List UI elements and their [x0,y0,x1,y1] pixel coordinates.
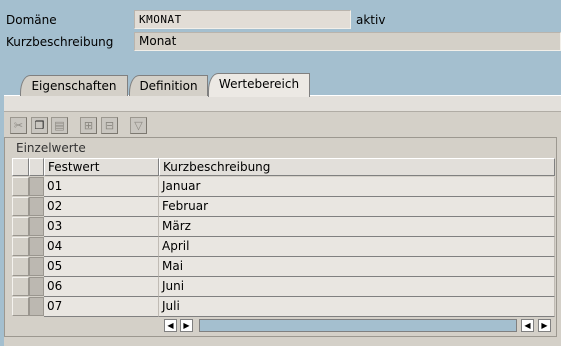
festwert-cell[interactable]: 06 [44,277,159,297]
row-marker [29,277,44,296]
row-marker [29,297,44,316]
domain-status: aktiv [356,13,386,27]
copy-icon[interactable]: ❐ [31,117,48,134]
tab-wertebereich[interactable]: Wertebereich [208,73,310,97]
row-marker [29,197,44,216]
description-field[interactable]: Monat [134,32,561,51]
scroll-left-end-icon[interactable]: ◀ [521,319,534,332]
kurzbeschreibung-cell[interactable]: Juni [159,277,555,297]
row-selector[interactable] [12,257,29,276]
delete-row-icon[interactable]: ⊟ [101,117,118,134]
scroll-left-icon[interactable]: ◀ [164,319,177,332]
column-header-festwert[interactable]: Festwert [44,158,159,176]
kurzbeschreibung-cell[interactable]: Januar [159,177,555,197]
kurzbeschreibung-cell[interactable]: April [159,237,555,257]
scroll-right-icon[interactable]: ▶ [180,319,193,332]
kurzbeschreibung-cell[interactable]: Mai [159,257,555,277]
row-selector[interactable] [12,277,29,296]
row-selector[interactable] [12,177,29,196]
desc-label: Kurzbeschreibung [6,35,114,49]
row-marker [29,257,44,276]
paste-icon[interactable]: ▤ [51,117,68,134]
select-all-cell[interactable] [12,158,29,176]
grid-title: Einzelwerte [16,141,86,155]
column-header-kurzbeschreibung[interactable]: Kurzbeschreibung [159,158,555,176]
festwert-cell[interactable]: 02 [44,197,159,217]
domain-label: Domäne [6,13,57,27]
row-selector[interactable] [12,297,29,316]
scroll-right-end-icon[interactable]: ▶ [538,319,551,332]
insert-row-icon[interactable]: ⊞ [80,117,97,134]
festwert-cell[interactable]: 04 [44,237,159,257]
scissors-icon[interactable]: ✂ [10,117,27,134]
festwert-cell[interactable]: 07 [44,297,159,317]
kurzbeschreibung-cell[interactable]: Juli [159,297,555,317]
kurzbeschreibung-cell[interactable]: März [159,217,555,237]
festwert-cell[interactable]: 03 [44,217,159,237]
row-selector[interactable] [12,217,29,236]
row-marker [29,237,44,256]
header-spacer [29,158,44,176]
festwert-cell[interactable]: 01 [44,177,159,197]
tab-eigenschaften[interactable]: Eigenschaften [20,75,128,96]
festwert-cell[interactable]: 05 [44,257,159,277]
horizontal-scrollbar[interactable] [199,319,517,332]
domain-field[interactable]: KMONAT [134,10,351,29]
kurzbeschreibung-cell[interactable]: Februar [159,197,555,217]
panel-strip [4,96,561,112]
tab-definition[interactable]: Definition [129,75,208,96]
row-selector[interactable] [12,197,29,216]
row-selector[interactable] [12,237,29,256]
filter-icon[interactable]: ▽ [130,117,147,134]
row-marker [29,217,44,236]
row-marker [29,177,44,196]
